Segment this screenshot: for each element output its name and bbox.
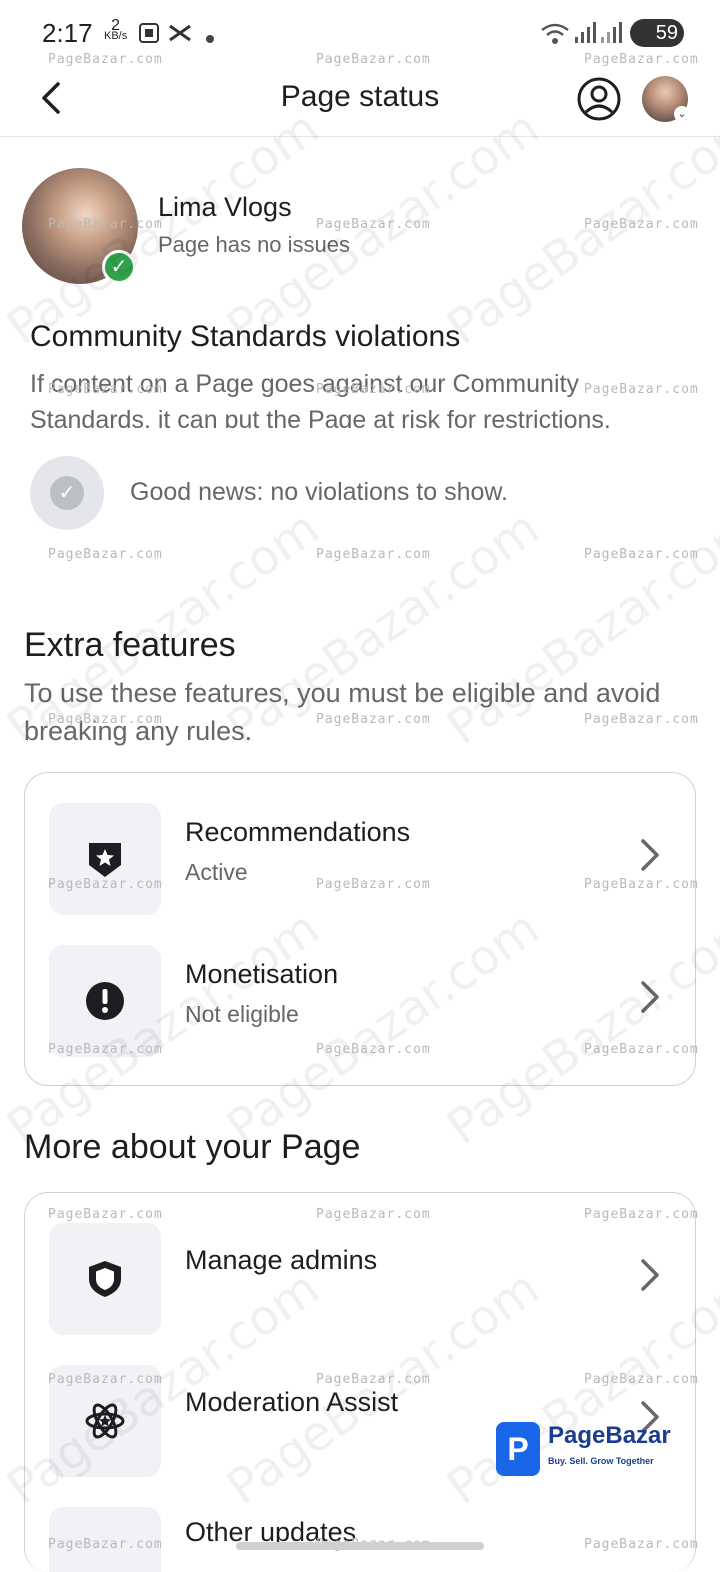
battery-indicator: 59 — [630, 19, 684, 47]
brand-bag-icon: P — [496, 1422, 540, 1476]
alert-dollar-icon — [86, 982, 124, 1020]
shield-icon — [89, 1261, 121, 1297]
watermark-small: PageBazar.com — [584, 712, 699, 727]
chevron-right-icon — [637, 835, 663, 880]
watermark-small: PageBazar.com — [316, 52, 431, 67]
home-indicator[interactable] — [236, 1542, 484, 1550]
watermark-small: PageBazar.com — [48, 1207, 163, 1222]
watermark-small: PageBazar.com — [316, 1372, 431, 1387]
screenshot-icon — [138, 22, 160, 49]
watermark-small: PageBazar.com — [316, 1042, 431, 1057]
no-violations-text: Good news: no violations to show. — [130, 478, 509, 506]
watermark-small: PageBazar.com — [48, 712, 163, 727]
watermark-small: PageBazar.com — [584, 1042, 699, 1057]
watermark-small: PageBazar.com — [316, 712, 431, 727]
signal-icon-2 — [600, 22, 622, 49]
watermark-small: PageBazar.com — [48, 1042, 163, 1057]
capcut-icon — [168, 22, 192, 49]
star-shield-icon — [89, 843, 121, 877]
watermark-small: PageBazar.com — [48, 382, 163, 397]
watermark-small: PageBazar.com — [316, 1207, 431, 1222]
community-standards-description: If content on a Page goes against our Co… — [30, 370, 611, 428]
watermark-small: PageBazar.com — [48, 52, 163, 67]
recommendations-label: Recommendations — [185, 817, 411, 847]
watermark-small: PageBazar.com — [48, 1372, 163, 1387]
notification-dot-icon — [206, 30, 214, 48]
recommendations-icon-box — [49, 803, 161, 915]
check-icon: ✓ — [50, 476, 84, 510]
watermark-small: PageBazar.com — [48, 547, 163, 562]
person-circle-icon — [577, 77, 621, 121]
signal-icon-1 — [574, 22, 596, 49]
watermark-small: PageBazar.com — [584, 382, 699, 397]
watermark-small: PageBazar.com — [48, 877, 163, 892]
other-updates-row[interactable]: Other updates — [25, 1499, 695, 1572]
clock: 2:17 — [42, 18, 93, 48]
chevron-right-icon — [637, 1255, 663, 1300]
no-violations-indicator: ✓ — [30, 456, 104, 530]
watermark-small: PageBazar.com — [316, 217, 431, 232]
wifi-icon — [540, 22, 570, 51]
recommendations-row[interactable]: Recommendations Active — [25, 795, 695, 915]
manage-admins-icon-box — [49, 1223, 161, 1335]
watermark-small: PageBazar.com — [584, 52, 699, 67]
watermark-small: PageBazar.com — [316, 877, 431, 892]
watermark-small: PageBazar.com — [584, 1537, 699, 1552]
app-header: Page status ⌄ — [0, 66, 720, 137]
recommendations-status: Active — [185, 859, 248, 885]
watermark-small: PageBazar.com — [584, 1372, 699, 1387]
watermark-small: PageBazar.com — [584, 547, 699, 562]
watermark-small: PageBazar.com — [48, 1537, 163, 1552]
manage-admins-row[interactable]: Manage admins — [25, 1215, 695, 1335]
brand-logo: P PageBazar Buy. Sell. Grow Together — [496, 1420, 676, 1480]
watermark-small: PageBazar.com — [48, 217, 163, 232]
brand-tagline: Buy. Sell. Grow Together — [548, 1456, 654, 1466]
watermark-small: PageBazar.com — [584, 877, 699, 892]
watermark-small: PageBazar.com — [316, 382, 431, 397]
watermark-small: PageBazar.com — [584, 1207, 699, 1222]
chevron-down-icon[interactable]: ⌄ — [674, 106, 690, 122]
watermark-small: PageBazar.com — [316, 547, 431, 562]
more-about-heading: More about your Page — [24, 1128, 361, 1166]
watermark-small: PageBazar.com — [584, 217, 699, 232]
brand-name: PageBazar — [548, 1422, 671, 1449]
profile-button[interactable] — [576, 76, 622, 122]
network-speed: 2 KB/s — [104, 17, 128, 42]
